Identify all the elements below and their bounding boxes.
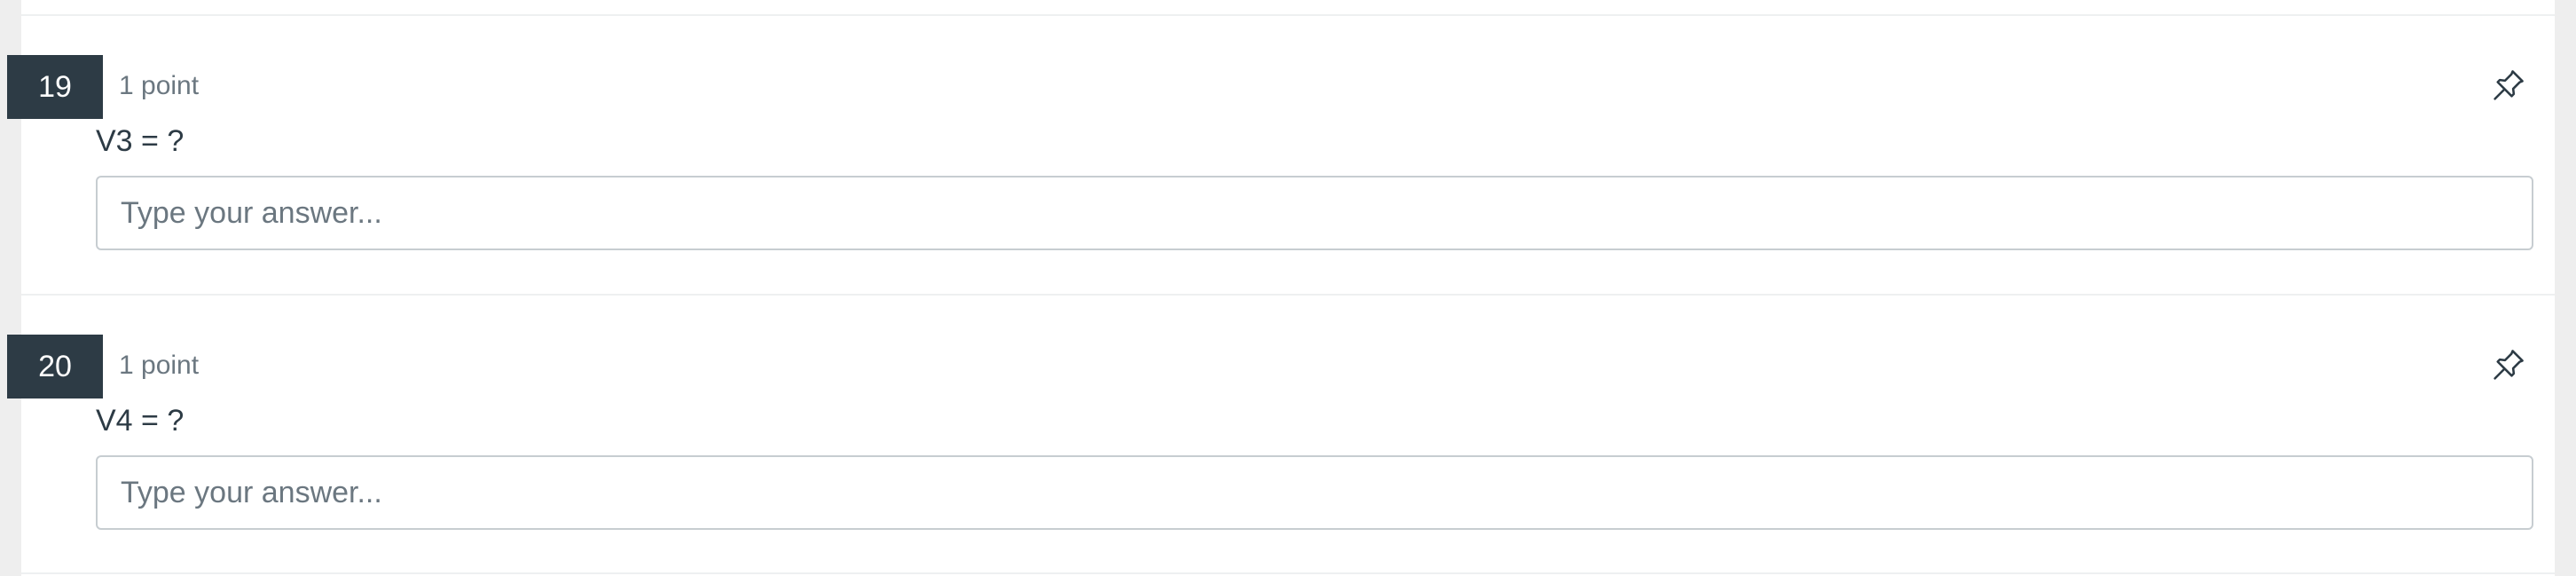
pin-icon[interactable] bbox=[2489, 66, 2528, 105]
question-points: 1 point bbox=[119, 71, 200, 100]
question-19: 19 1 point V3 = ? bbox=[0, 0, 2576, 266]
question-divider bbox=[21, 572, 2555, 574]
question-points: 1 point bbox=[119, 351, 200, 380]
question-prompt: V4 = ? bbox=[96, 404, 185, 438]
pin-icon[interactable] bbox=[2489, 345, 2528, 384]
question-20: 20 1 point V4 = ? bbox=[0, 280, 2576, 546]
question-number-badge: 19 bbox=[7, 55, 103, 119]
answer-input[interactable] bbox=[96, 455, 2533, 530]
question-number-badge: 20 bbox=[7, 335, 103, 398]
question-prompt: V3 = ? bbox=[96, 124, 185, 158]
answer-input[interactable] bbox=[96, 176, 2533, 250]
